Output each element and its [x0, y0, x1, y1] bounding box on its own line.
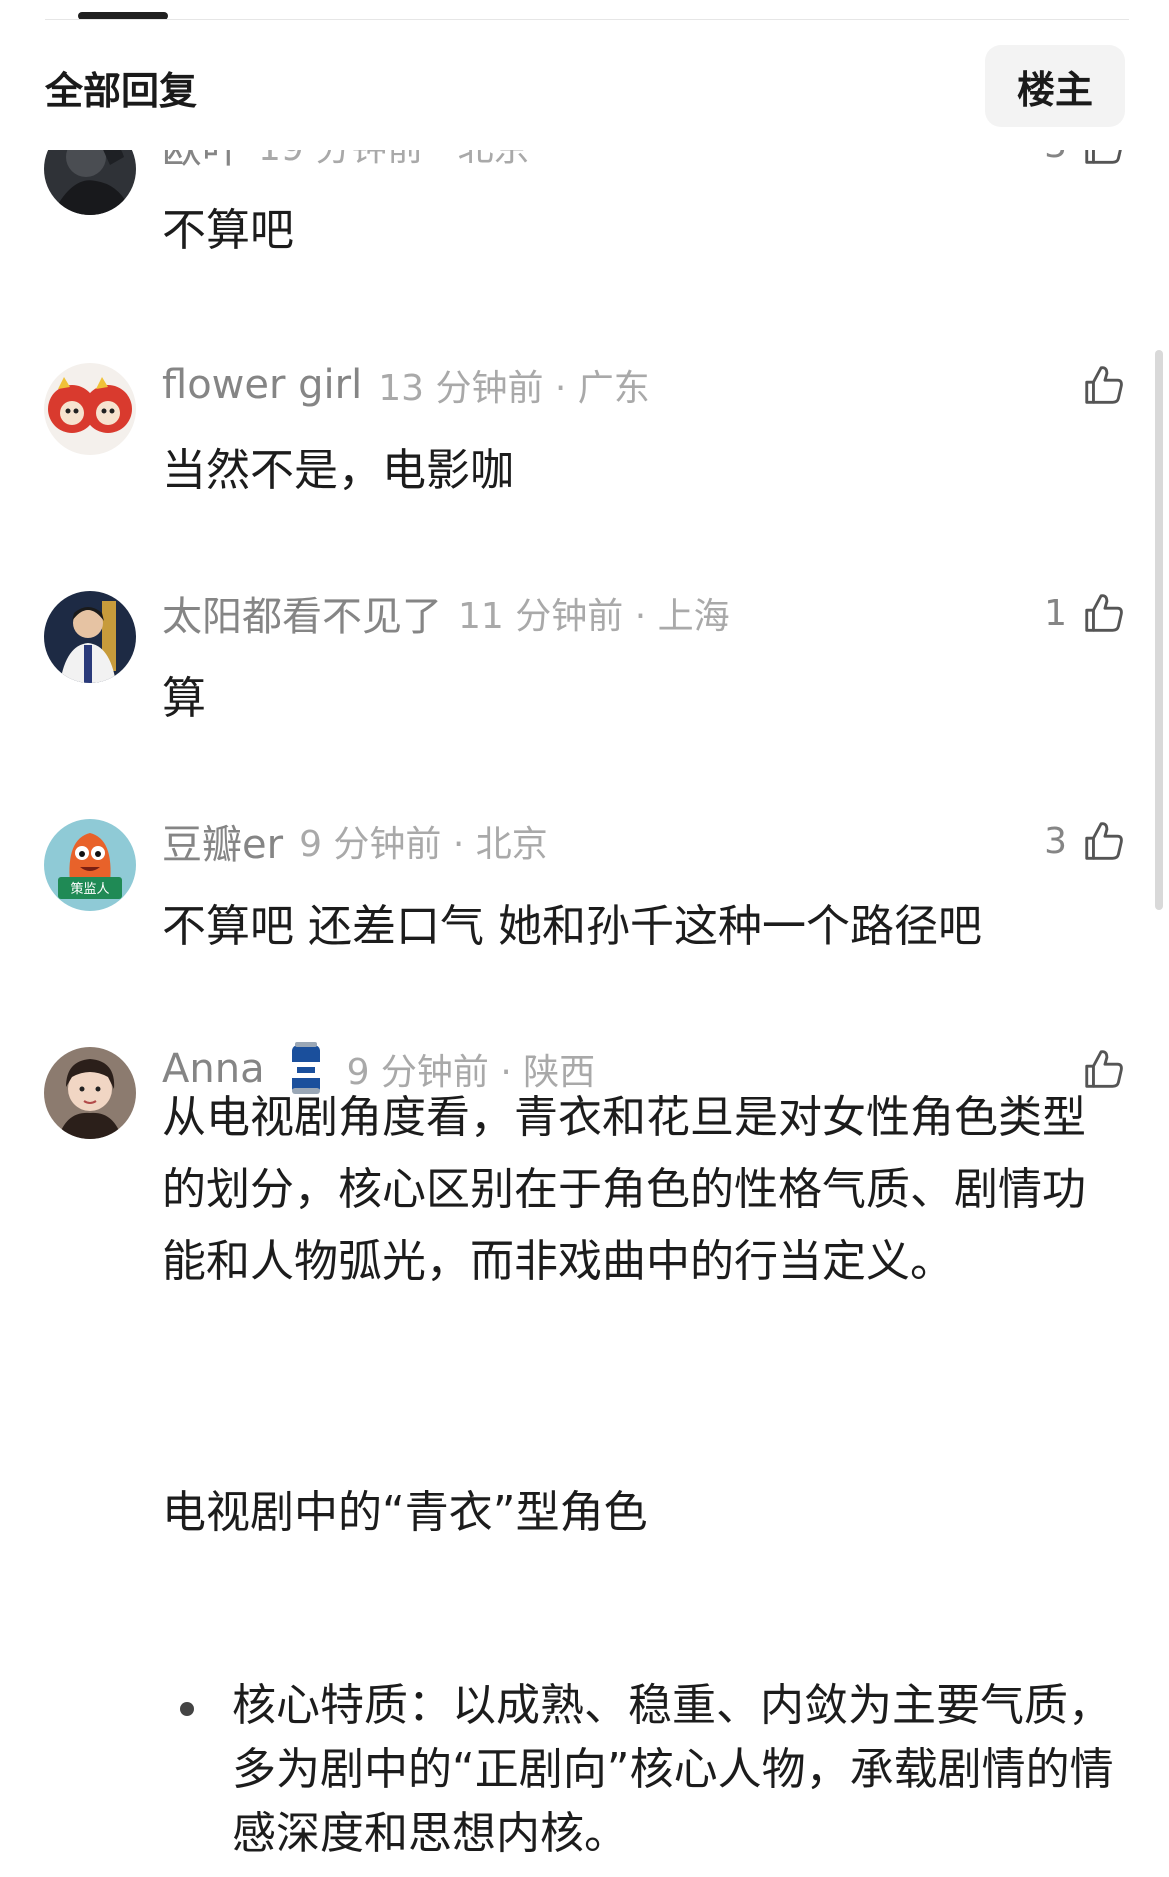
svg-text:策监人: 策监人: [70, 881, 109, 897]
comment-author[interactable]: 太阳都看不见了: [162, 584, 442, 642]
like-button[interactable]: 3: [1044, 150, 1127, 170]
comment-item: Anna 9 分钟前 · 陕西 从电视剧角度看，青衣和花旦是对女性角色类型的划分…: [0, 1042, 1169, 1877]
like-button[interactable]: 3: [1044, 816, 1127, 866]
comment-list[interactable]: 欧叶 19 分钟前 · 北京 3 不算吧: [0, 150, 1169, 1877]
avatar[interactable]: 策监人: [44, 819, 136, 911]
thumbs-up-icon: [1085, 594, 1123, 632]
comment-paragraph: 从电视剧角度看，青衣和花旦是对女性角色类型的划分，核心区别在于角色的性格气质、剧…: [162, 1092, 1086, 1287]
comment-item: flower girl 13 分钟前 · 广东 当然不是，电影咖: [0, 360, 1169, 540]
comment-timestamp: 9 分钟前 · 北京: [299, 824, 548, 865]
comment-item: 太阳都看不见了 11 分钟前 · 上海 1 算: [0, 588, 1169, 768]
op-only-button[interactable]: 楼主: [985, 45, 1125, 127]
like-button[interactable]: [1067, 360, 1127, 410]
like-count: 1: [1044, 592, 1067, 634]
scrollbar[interactable]: [1155, 350, 1163, 910]
like-button[interactable]: 1: [1044, 588, 1127, 638]
comment-author[interactable]: 欧叶: [162, 150, 242, 174]
comment-bullet-text: 核心特质：以成熟、稳重、内敛为主要气质，多为剧中的“正剧向”核心人物，承载剧情的…: [232, 1680, 1114, 1859]
comment-author[interactable]: 豆瓣er: [162, 812, 283, 870]
comment-subheading: 电视剧中的“青衣”型角色: [162, 1487, 648, 1538]
like-count: 3: [1044, 820, 1067, 862]
avatar[interactable]: [44, 1047, 136, 1139]
comment-item: 策监人 豆瓣er 9 分钟前 · 北京 3 不算吧 还差口气 她和孙千这种一个路…: [0, 816, 1169, 996]
avatar[interactable]: [44, 363, 136, 455]
comment-item: 欧叶 19 分钟前 · 北京 3 不算吧: [0, 150, 1169, 300]
comment-text: 不算吧 还差口气 她和孙千这种一个路径吧: [162, 901, 982, 952]
thumbs-up-icon: [1085, 150, 1122, 164]
replies-header-title: 全部回复: [45, 69, 198, 113]
comment-text: 不算吧: [162, 205, 294, 256]
divider: [45, 19, 1129, 20]
comment-text: 当然不是，电影咖: [162, 445, 514, 496]
thumbs-up-icon: [1085, 366, 1123, 404]
avatar[interactable]: [44, 150, 136, 215]
comment-timestamp: 19 分钟前 · 北京: [258, 150, 530, 171]
comment-timestamp: 13 分钟前 · 广东: [378, 368, 650, 409]
like-count: 3: [1044, 150, 1067, 166]
comment-text: 算: [162, 673, 206, 724]
thumbs-up-icon: [1085, 822, 1123, 860]
bullet-point: [180, 1702, 194, 1716]
avatar[interactable]: [44, 591, 136, 683]
comment-author[interactable]: flower girl: [162, 362, 362, 408]
comment-timestamp: 11 分钟前 · 上海: [458, 596, 730, 637]
